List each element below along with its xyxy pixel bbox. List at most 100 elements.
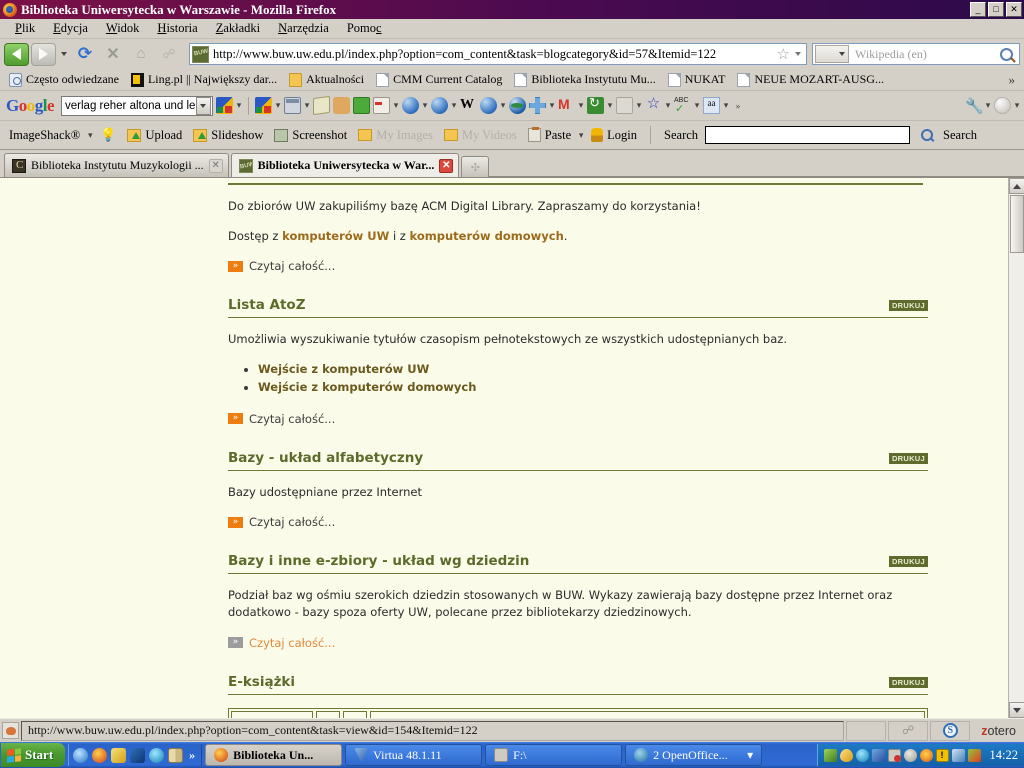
book-icon[interactable] [168,747,184,763]
print-button[interactable]: DRUKUJ [888,676,928,688]
taskbar-item-firefox[interactable]: Biblioteka Un... [205,744,343,766]
grey-ball-icon[interactable] [994,97,1011,114]
orange-ball-icon[interactable] [919,748,933,762]
card-icon[interactable] [373,97,391,114]
search-engine-selector[interactable] [815,45,849,63]
skype-button[interactable]: S [930,720,971,741]
earth-icon[interactable] [509,97,527,114]
system-clock[interactable]: 14:22 [984,748,1018,763]
blue-ball-3-icon[interactable] [480,97,498,114]
address-bar[interactable]: http://www.buw.uw.edu.pl/index.php?optio… [189,43,807,65]
notes-icon[interactable] [111,747,127,763]
paste-button[interactable]: Paste [524,127,575,144]
back-arrow-icon[interactable] [4,42,29,66]
chevron-down-icon[interactable]: ▾ [549,100,555,111]
google-query-dropdown-icon[interactable] [195,96,212,115]
spellcheck-icon[interactable]: ABC [674,97,691,115]
magnifier-icon[interactable] [1000,47,1013,61]
screenshot-button[interactable]: Screenshot [270,127,351,144]
blue-app-icon[interactable] [130,747,146,763]
taskbar-item-virtua[interactable]: Virtua 48.1.11 [345,744,483,766]
section-title[interactable]: Bazy - układ alfabetyczny [228,450,423,466]
section-title[interactable]: Bazy i inne e-zbiory - układ wg dziedzin [228,553,529,569]
bookmark-item-lingpl[interactable]: Ling.pl || Największy dar... [126,71,282,88]
tab-biblioteka-uniwersytecka[interactable]: Biblioteka Uniwersytecka w War... ✕ [230,153,460,177]
menu-item-plik[interactable]: PPliklik [6,20,44,37]
link-komputerow-uw[interactable]: komputerów UW [282,229,389,243]
chevron-down-icon[interactable]: ▾ [87,130,93,141]
print-button[interactable]: DRUKUJ [888,300,928,312]
chevron-down-icon[interactable]: ▾ [236,100,242,111]
chevron-down-icon[interactable]: ▾ [578,100,584,111]
sync-icon[interactable] [587,95,605,114]
google-highlight-icon[interactable] [255,97,273,114]
cash-icon[interactable] [313,95,331,116]
scroll-down-icon[interactable] [1008,702,1024,718]
print-button[interactable]: DRUKUJ [888,556,928,568]
link-komputerow-domowych[interactable]: komputerów domowych [410,229,564,243]
magnifier-icon[interactable] [921,129,934,141]
my-images-button[interactable]: My Images [354,127,437,144]
autofill-icon[interactable]: aa [703,97,721,114]
link-icon[interactable]: ☍ [156,42,182,66]
maximize-button[interactable]: □ [988,2,1004,17]
chevron-down-icon[interactable]: ▾ [694,100,700,111]
read-more-link-dziedziny[interactable]: » Czytaj całość... [228,636,928,650]
start-button[interactable]: Start [1,743,66,767]
chevron-down-icon[interactable]: ▾ [578,130,584,141]
bookmark-item-neue-mozart[interactable]: NEUE MOZART-AUSG... [732,71,889,88]
read-more-link-bazy[interactable]: » Czytaj całość... [228,515,928,529]
scrollbar-thumb[interactable] [1009,195,1024,253]
note-icon[interactable] [616,97,634,114]
ie-icon[interactable] [73,747,89,763]
chevron-down-icon[interactable]: ▾ [636,100,642,111]
warning-icon[interactable]: ! [935,748,949,762]
chevron-down-icon[interactable]: ▾ [665,100,671,111]
google-search-icon[interactable] [216,97,234,114]
imageshack-search-button[interactable]: Search [939,127,981,144]
hand-icon[interactable] [333,97,351,114]
bookmarks-overflow-chevron-icon[interactable]: » [1009,72,1021,88]
menu-item-narzedzia[interactable]: Narzędzia [269,20,338,37]
wikipedia-w-icon[interactable]: W [460,97,477,114]
search-bar[interactable]: Wikipedia (en) [812,43,1020,65]
menu-item-historia[interactable]: Historia [148,20,206,37]
gmail-icon[interactable]: M [558,97,575,114]
status-panel-link[interactable]: ☍ [888,720,929,741]
tab-biblioteka-instytutu[interactable]: Biblioteka Instytutu Muzykologii ... ✕ [4,153,229,177]
imageshack-brand[interactable]: ImageShack® [5,127,84,144]
chevron-down-icon[interactable] [793,52,806,56]
chevron-down-icon[interactable]: ▾ [607,100,613,111]
bookmark-item-cmm-current-catalog[interactable]: CMM Current Catalog [371,71,507,88]
blue-ball-2-icon[interactable] [431,97,449,114]
forward-arrow-icon[interactable] [31,42,56,66]
stop-icon[interactable]: ✕ [100,42,126,66]
bookmark-item-aktualnosci[interactable]: Aktualności [284,71,369,88]
google-more-icon[interactable]: » [732,101,744,111]
chevron-down-icon[interactable]: ▾ [723,100,729,111]
chevron-down-icon[interactable]: ▾ [304,100,310,111]
read-more-link-atoz[interactable]: » Czytaj całość... [228,412,928,426]
teal-app-icon[interactable] [149,747,165,763]
printer-icon[interactable] [951,748,965,762]
green-app-icon[interactable] [823,748,837,762]
nav-history-dropdown-icon[interactable] [58,42,70,66]
close-button[interactable]: ✕ [1006,2,1022,17]
chevron-down-icon[interactable]: ▾ [985,100,991,111]
chevron-down-icon[interactable]: ▾ [451,100,457,111]
pen-icon[interactable] [967,748,981,762]
list-item[interactable]: Wejście z komputerów UW [258,360,928,378]
home-icon[interactable]: ⌂ [128,42,154,66]
clock-app-icon[interactable] [903,748,917,762]
reload-icon[interactable]: ⟳ [72,42,98,66]
chevron-down-icon[interactable]: ▾ [393,100,399,111]
shield-icon[interactable] [839,748,853,762]
tab-close-icon[interactable]: ✕ [439,158,454,173]
section-title[interactable]: E-książki [228,674,295,690]
chevron-down-icon[interactable]: ▾ [1014,100,1020,111]
plus-icon[interactable] [529,97,547,114]
menu-item-zakladki[interactable]: Zakładki [207,20,269,37]
bookmark-item-czesto-odwiedzane[interactable]: Często odwiedzane [4,71,124,88]
chevron-down-icon[interactable]: ▾ [275,100,281,111]
teal-ball-icon[interactable] [855,748,869,762]
